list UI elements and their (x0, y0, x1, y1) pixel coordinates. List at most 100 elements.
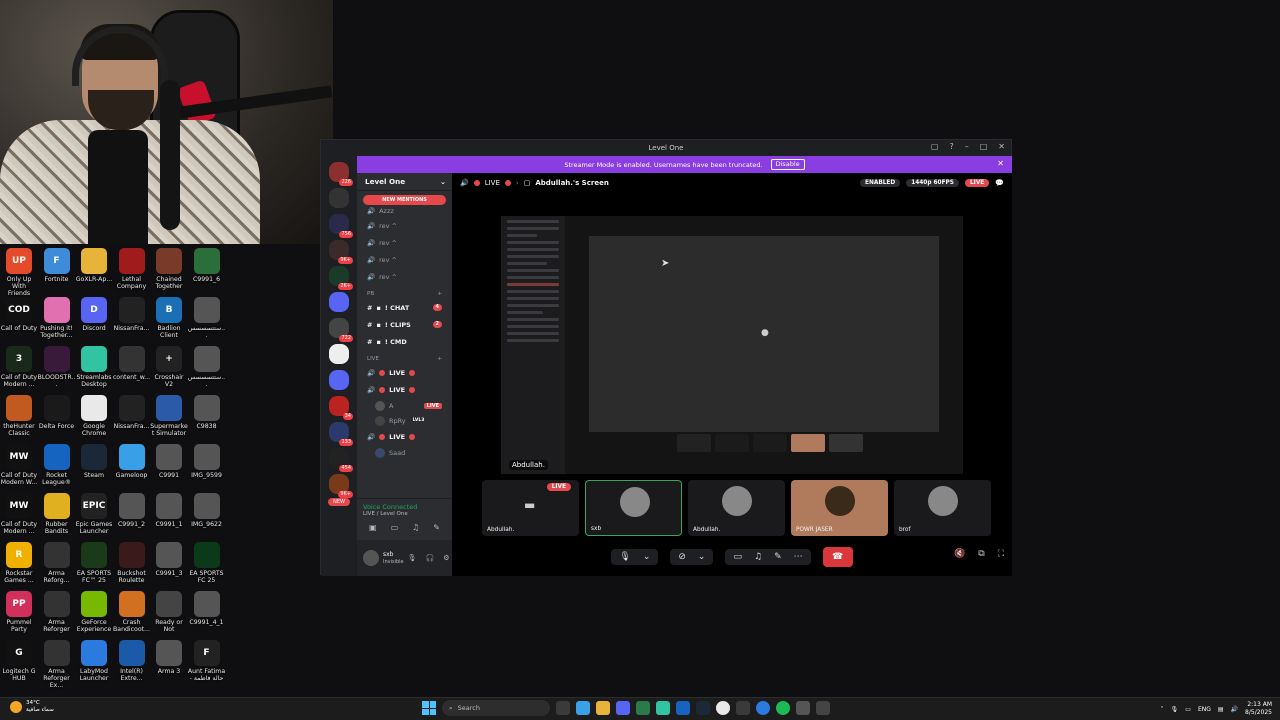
shared-screen[interactable]: ➤ ● Abdullah. (501, 216, 963, 474)
app-icon[interactable] (796, 701, 810, 715)
participant-tile[interactable]: brof (894, 480, 991, 536)
file-explorer-icon[interactable] (596, 701, 610, 715)
server-icon[interactable] (329, 344, 349, 364)
desktop-icon[interactable]: Rubber Bandits (38, 493, 76, 535)
mic-icon[interactable]: 🎙 (408, 554, 417, 562)
headphones-icon[interactable]: 🎧 (426, 554, 435, 562)
app-icon[interactable] (816, 701, 830, 715)
voice-user[interactable]: Saad (357, 445, 452, 460)
soundboard-icon[interactable]: ✎ (433, 523, 440, 532)
server-icon[interactable]: 226 (329, 162, 353, 186)
disable-button[interactable]: Disable (770, 159, 805, 170)
maximize-button[interactable]: □ (980, 142, 988, 151)
screen-share-icon[interactable]: ▭ (391, 523, 399, 532)
desktop-icon[interactable]: MW Call of Duty Modern ... (0, 493, 38, 535)
desktop-icon[interactable]: Supermarket Simulator (150, 395, 188, 437)
gear-icon[interactable]: ⚙ (443, 554, 449, 562)
discord-icon[interactable] (616, 701, 630, 715)
mic-icon[interactable]: 🎙 (1171, 706, 1179, 713)
chat-icon[interactable]: 💬 (995, 179, 1004, 187)
soundboard-icon[interactable]: ✎ (774, 552, 782, 562)
voice-channel[interactable]: 🔊 rev ^ (357, 268, 452, 285)
close-icon[interactable]: ✕ (997, 159, 1004, 168)
voice-user[interactable]: RpRy LVL3 (357, 413, 452, 428)
server-icon[interactable] (329, 188, 349, 208)
voice-channel[interactable]: 🔊 rev ^ (357, 251, 452, 268)
disconnect-button[interactable]: ☎ (822, 547, 853, 567)
mic-icon[interactable]: 🎙 (619, 552, 630, 562)
desktop-icon[interactable]: F Aunt Fatima - حالة فاطمة (188, 640, 226, 682)
server-icon[interactable]: 9K+ (329, 240, 353, 264)
desktop-icon[interactable]: Ready or Not (150, 591, 188, 633)
desktop-icon[interactable]: content_w... (113, 346, 151, 381)
display-icon[interactable]: ▭ (1185, 706, 1191, 713)
activity-icon[interactable]: ♫ (412, 523, 419, 532)
desktop-icon[interactable]: NissanFra... (113, 395, 151, 430)
help-icon[interactable]: ? (949, 142, 953, 151)
desktop-icon[interactable]: EPIC Epic Games Launcher (75, 493, 113, 535)
server-icon[interactable]: 722 (329, 318, 353, 342)
desktop-icon[interactable]: Arma 3 (150, 640, 188, 675)
desktop-icon[interactable]: B Badlion Client (150, 297, 188, 339)
desktop-icon[interactable]: + Crosshair V2 (150, 346, 188, 388)
participant-tile[interactable]: sxb (585, 480, 682, 536)
start-icon[interactable] (422, 701, 436, 715)
inbox-icon[interactable]: ▢ (931, 142, 939, 151)
network-icon[interactable]: ▤ (1218, 706, 1224, 713)
server-icon[interactable]: 133 (329, 422, 353, 446)
chrome-icon[interactable] (716, 701, 730, 715)
fullscreen-icon[interactable]: ⛶ (998, 549, 1004, 559)
desktop-icon[interactable]: COD Call of Duty (0, 297, 38, 332)
steam-icon[interactable] (696, 701, 710, 715)
volume-icon[interactable]: 🔊 (1231, 706, 1238, 713)
desktop-icon[interactable]: UP Only Up With Friends (0, 248, 38, 297)
more-icon[interactable]: ⋯ (794, 552, 803, 562)
widgets-icon[interactable] (576, 701, 590, 715)
weather-widget[interactable]: 34°C سماء صافية (10, 700, 54, 714)
streamlabs-icon[interactable] (656, 701, 670, 715)
desktop-icon[interactable]: Arma Reforger (38, 591, 76, 633)
folder-icon[interactable] (329, 370, 349, 390)
avatar[interactable] (363, 550, 379, 566)
desktop-icon[interactable]: IMG_9622 (188, 493, 226, 528)
desktop-icon[interactable]: Delta Force (38, 395, 76, 430)
desktop-icon[interactable]: IMG_9599 (188, 444, 226, 479)
spotify-icon[interactable] (776, 701, 790, 715)
search-input[interactable]: ⌕ Search (442, 700, 550, 716)
desktop-icon[interactable]: ستتسسسس... (188, 297, 226, 339)
desktop-icon[interactable]: C9991_6 (188, 248, 226, 283)
desktop-icon[interactable]: Gameloop (113, 444, 151, 479)
desktop-icon[interactable]: EA SPORTS FC 25 (188, 542, 226, 584)
volume-icon[interactable]: 🔇 (954, 549, 965, 559)
category-live[interactable]: LIVE + (357, 350, 452, 364)
chevron-down-icon[interactable]: ⌄ (643, 552, 651, 562)
popout-icon[interactable]: ⧉ (978, 549, 984, 559)
desktop-icon[interactable]: C9838 (188, 395, 226, 430)
channel-item[interactable]: 🔊 Azzz (357, 205, 452, 217)
server-icon[interactable]: 34 (329, 396, 353, 420)
desktop-icon[interactable]: Google Chrome (75, 395, 113, 437)
text-channel[interactable]: # ▪! CMD (357, 333, 452, 350)
desktop-icon[interactable]: G Logitech G HUB (0, 640, 38, 682)
camera-icon[interactable]: ▣ (369, 523, 377, 532)
desktop-icon[interactable]: GeForce Experience (75, 591, 113, 633)
desktop-icon[interactable]: GoXLR-Ap... (75, 248, 113, 283)
desktop-icon[interactable]: PP Pummel Party (0, 591, 38, 633)
voice-channel-live[interactable]: 🔊 LIVE (357, 364, 452, 381)
desktop-icon[interactable]: Streamlabs Desktop (75, 346, 113, 388)
desktop-icon[interactable]: Chained Together (150, 248, 188, 290)
participant-tile[interactable]: POWR JASER (791, 480, 888, 536)
voice-channel-live[interactable]: 🔊 LIVE (357, 381, 452, 398)
participant-tile[interactable]: ▬ Abdullah. LIVE (482, 480, 579, 536)
desktop-icon[interactable]: 3 Call of Duty Modern ... (0, 346, 38, 388)
voice-channel-live[interactable]: 🔊 LIVE (357, 428, 452, 445)
new-mentions-pill[interactable]: NEW MENTIONS (363, 195, 446, 205)
folder-icon[interactable] (329, 292, 349, 312)
category-pb[interactable]: PB + (357, 285, 452, 299)
desktop-icon[interactable]: R Rockstar Games ... (0, 542, 38, 584)
voice-user[interactable]: A LIVE (357, 398, 452, 413)
server-icon[interactable]: 9K+ (329, 474, 353, 498)
desktop-icon[interactable]: theHunter Classic (0, 395, 38, 437)
close-button[interactable]: ✕ (998, 142, 1005, 151)
desktop-icon[interactable]: NissanFra... (113, 297, 151, 332)
